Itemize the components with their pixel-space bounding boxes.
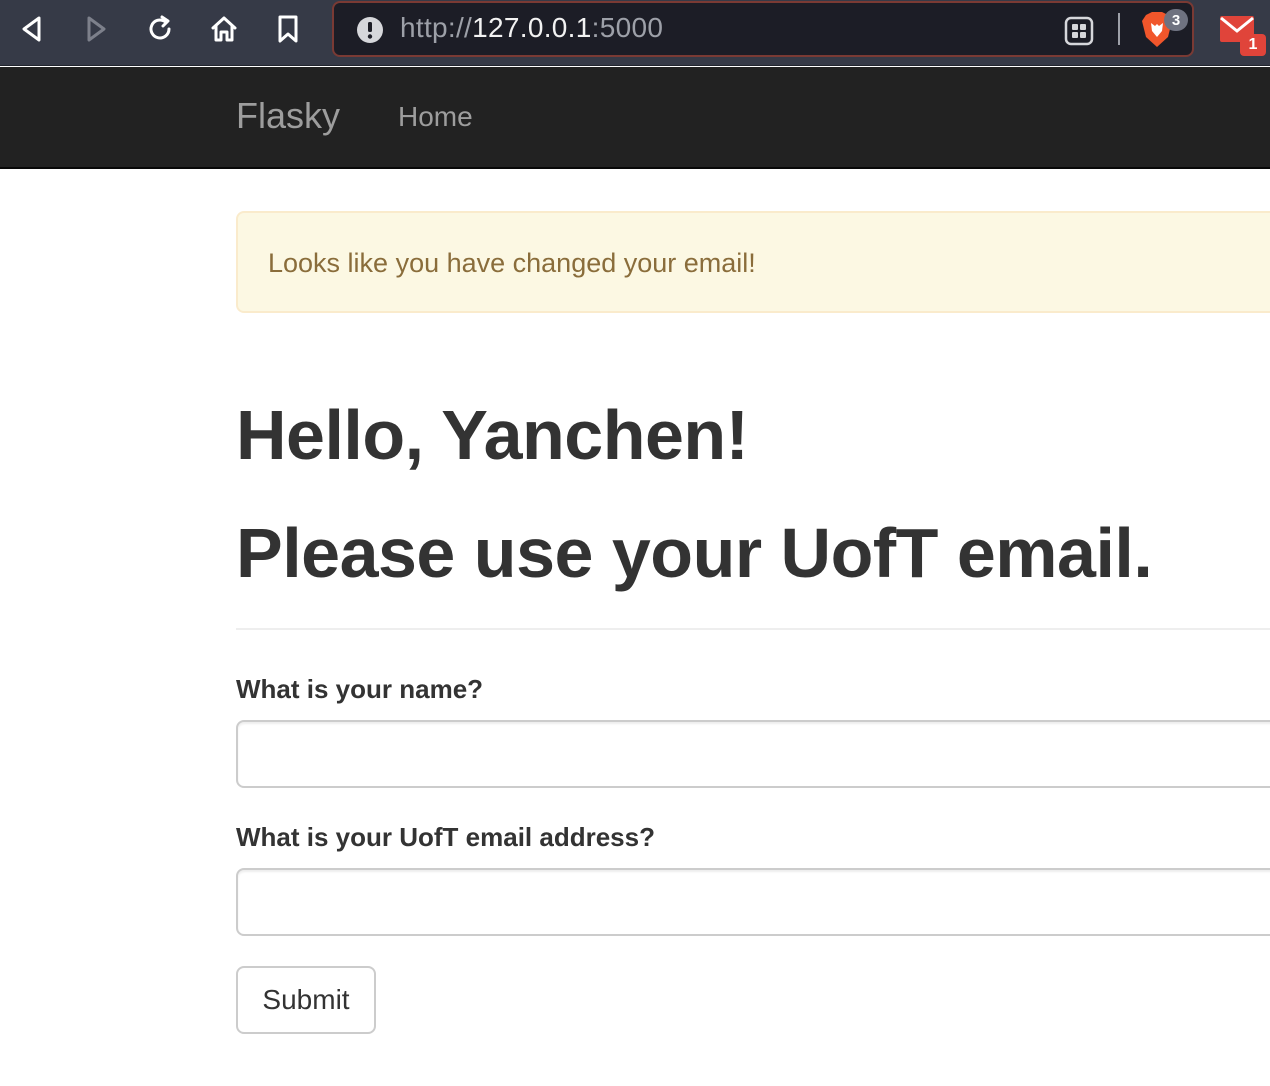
url-port: :5000 — [591, 12, 664, 43]
url-separator — [1118, 13, 1120, 45]
name-input[interactable] — [236, 720, 1270, 788]
site-navbar: Flasky Home — [0, 67, 1270, 169]
brave-badge: 3 — [1164, 9, 1188, 31]
email-label: What is your UofT email address? — [236, 822, 655, 852]
url-text[interactable]: http://127.0.0.1:5000 — [400, 12, 663, 44]
instruction-heading: Please use your UofT email. — [236, 514, 1153, 592]
back-icon — [22, 16, 41, 42]
browser-toolbar: http://127.0.0.1:5000 3 1 — [0, 0, 1270, 66]
submit-button[interactable]: Submit — [236, 966, 376, 1034]
bookmark-icon — [278, 15, 298, 43]
url-host: 127.0.0.1 — [472, 12, 592, 43]
navbar-brand[interactable]: Flasky — [236, 95, 340, 137]
back-button[interactable] — [12, 10, 52, 48]
home-icon — [211, 16, 237, 42]
address-bar[interactable]: http://127.0.0.1:5000 3 — [332, 1, 1194, 57]
bookmark-button[interactable] — [268, 10, 308, 48]
qr-code-icon[interactable] — [1064, 16, 1094, 46]
nav-link-home[interactable]: Home — [398, 101, 473, 133]
reload-button[interactable] — [140, 10, 180, 48]
alert-message: Looks like you have changed your email! — [268, 248, 756, 278]
name-label: What is your name? — [236, 674, 484, 704]
home-button[interactable] — [204, 10, 244, 48]
forward-icon — [87, 16, 106, 42]
header-divider — [236, 628, 1270, 630]
flash-alert: Looks like you have changed your email! — [236, 211, 1270, 313]
greeting-heading: Hello, Yanchen! — [236, 396, 749, 474]
forward-button[interactable] — [76, 10, 116, 48]
info-icon[interactable] — [356, 16, 384, 44]
reload-icon — [149, 15, 171, 40]
mail-badge: 1 — [1240, 34, 1266, 56]
email-input[interactable] — [236, 868, 1270, 936]
url-scheme: http:// — [400, 12, 473, 43]
